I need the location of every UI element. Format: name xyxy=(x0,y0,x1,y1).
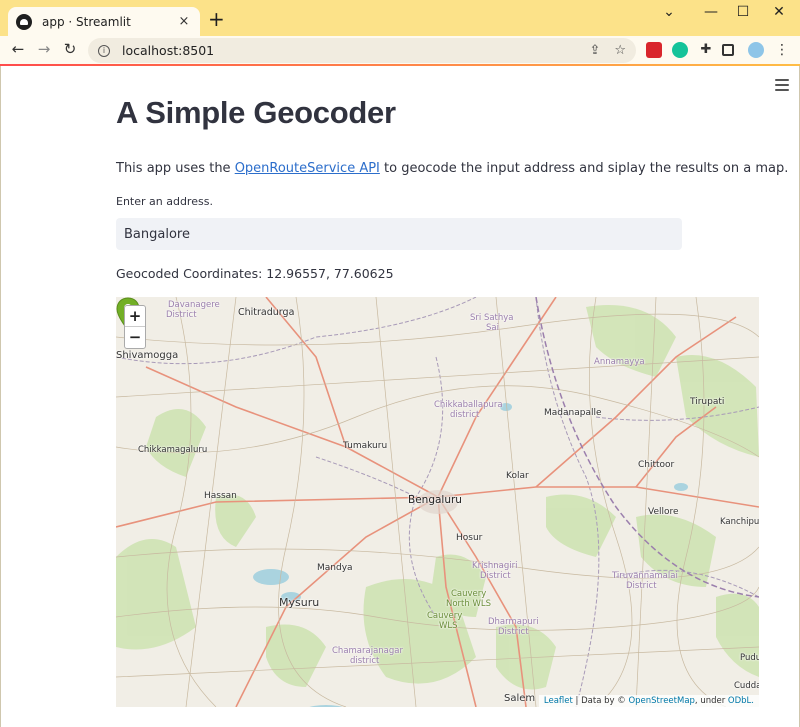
map-place-label: Chikkaballapura xyxy=(434,400,503,410)
map-place-label: Hosur xyxy=(456,533,483,543)
map-place-label: District xyxy=(498,627,529,637)
streamlit-favicon-icon xyxy=(16,13,32,30)
zoom-in-button[interactable]: + xyxy=(125,306,145,327)
tab-search-icon[interactable]: ⌄ xyxy=(654,4,684,20)
reload-icon[interactable]: ↻ xyxy=(60,40,80,58)
new-tab-button[interactable]: + xyxy=(208,9,225,29)
side-panel-icon[interactable] xyxy=(722,44,734,56)
map-place-label: District xyxy=(480,571,511,581)
address-input-label: Enter an address. xyxy=(116,195,213,208)
app-description: This app uses the OpenRouteService API t… xyxy=(116,161,788,176)
map-place-label: District xyxy=(166,310,197,320)
streamlit-page: A Simple Geocoder This app uses the Open… xyxy=(0,66,800,727)
leaflet-link[interactable]: Leaflet xyxy=(544,696,573,706)
browser-tab-bar: app · Streamlit × + ⌄ — ☐ ✕ xyxy=(0,0,800,36)
openrouteservice-link[interactable]: OpenRouteService API xyxy=(235,161,380,176)
address-input[interactable] xyxy=(116,218,682,250)
map-place-label: district xyxy=(350,656,380,666)
tab-title: app · Streamlit xyxy=(42,14,131,29)
map-place-label: Kanchipur xyxy=(720,517,759,527)
map-place-label: Cauvery xyxy=(427,611,463,621)
browser-tab[interactable]: app · Streamlit × xyxy=(8,7,200,36)
geocoded-coordinates: Geocoded Coordinates: 12.96557, 77.60625 xyxy=(116,266,394,281)
description-prefix: This app uses the xyxy=(116,161,235,176)
map-place-label: Cudda xyxy=(734,681,759,691)
map-place-label: Chittoor xyxy=(638,460,675,470)
map-place-label: Dharmapuri xyxy=(488,617,539,627)
openstreetmap-link[interactable]: OpenStreetMap xyxy=(628,696,694,706)
page-title: A Simple Geocoder xyxy=(116,95,396,130)
map-place-label: Madanapalle xyxy=(544,408,602,418)
leaflet-map[interactable]: Davanagere District Chitradurga Shivamogga S… xyxy=(116,297,759,707)
map-place-label: District xyxy=(626,581,657,591)
share-icon[interactable]: ⇪ xyxy=(589,43,600,58)
map-place-label: Krishnagiri xyxy=(472,561,518,571)
map-place-label: Annamayya xyxy=(594,357,645,367)
forward-arrow-icon[interactable]: → xyxy=(34,40,54,58)
map-place-label: Chamarajanagar xyxy=(332,646,403,656)
map-place-label: Sai xyxy=(486,323,499,333)
map-place-label: Shivamogga xyxy=(116,350,179,361)
map-place-label: Tiruvannamalai xyxy=(612,571,678,581)
minimize-window-button[interactable]: — xyxy=(696,4,726,20)
extension-red-icon[interactable] xyxy=(646,42,662,58)
map-place-label: Pudu xyxy=(740,653,759,663)
map-place-label: Tumakuru xyxy=(343,441,388,451)
attribution-under: , under xyxy=(694,696,728,706)
zoom-out-button[interactable]: − xyxy=(125,327,145,348)
map-place-label: Chikkamagaluru xyxy=(138,445,208,455)
map-place-label: district xyxy=(450,410,480,420)
map-place-label: Cauvery xyxy=(451,589,487,599)
map-place-label: Chitradurga xyxy=(238,307,295,318)
attribution-data-by: | Data by © xyxy=(572,696,629,706)
zoom-control: + − xyxy=(124,305,146,349)
hamburger-menu-icon[interactable] xyxy=(775,79,789,94)
odbl-link[interactable]: ODbL. xyxy=(728,696,754,706)
map-place-label: Kolar xyxy=(506,471,529,481)
address-bar[interactable]: i localhost:8501 ⇪ ☆ xyxy=(88,38,636,63)
back-arrow-icon[interactable]: ← xyxy=(8,40,28,58)
map-place-label: WLS xyxy=(439,621,458,631)
map-place-label: Bengaluru xyxy=(408,494,462,506)
bookmark-star-icon[interactable]: ☆ xyxy=(614,43,626,58)
browser-menu-icon[interactable]: ⋮ xyxy=(774,42,790,58)
map-place-label: Mandya xyxy=(317,563,353,573)
profile-avatar-icon[interactable] xyxy=(748,42,764,58)
close-tab-icon[interactable]: × xyxy=(176,14,192,29)
map-place-label: Tirupati xyxy=(690,397,725,407)
grammarly-extension-icon[interactable] xyxy=(672,42,688,58)
map-place-label: Vellore xyxy=(648,507,679,517)
maximize-window-button[interactable]: ☐ xyxy=(728,4,758,20)
extensions-puzzle-icon[interactable]: ✚ xyxy=(698,42,714,58)
map-place-label: North WLS xyxy=(446,599,492,609)
browser-toolbar: ← → ↻ i localhost:8501 ⇪ ☆ ✚ ⋮ xyxy=(0,36,800,65)
site-info-icon[interactable]: i xyxy=(98,44,110,57)
url-text[interactable]: localhost:8501 xyxy=(122,43,575,58)
close-window-button[interactable]: ✕ xyxy=(764,4,794,20)
map-place-label: Sri Sathya xyxy=(470,313,514,323)
map-place-label: Davanagere xyxy=(168,300,220,310)
map-place-label: Mysuru xyxy=(279,596,320,609)
map-attribution: Leaflet | Data by © OpenStreetMap, under… xyxy=(538,695,759,707)
description-suffix: to geocode the input address and siplay … xyxy=(379,161,789,176)
map-place-label: Salem xyxy=(504,693,536,704)
map-place-label: Hassan xyxy=(204,491,237,501)
